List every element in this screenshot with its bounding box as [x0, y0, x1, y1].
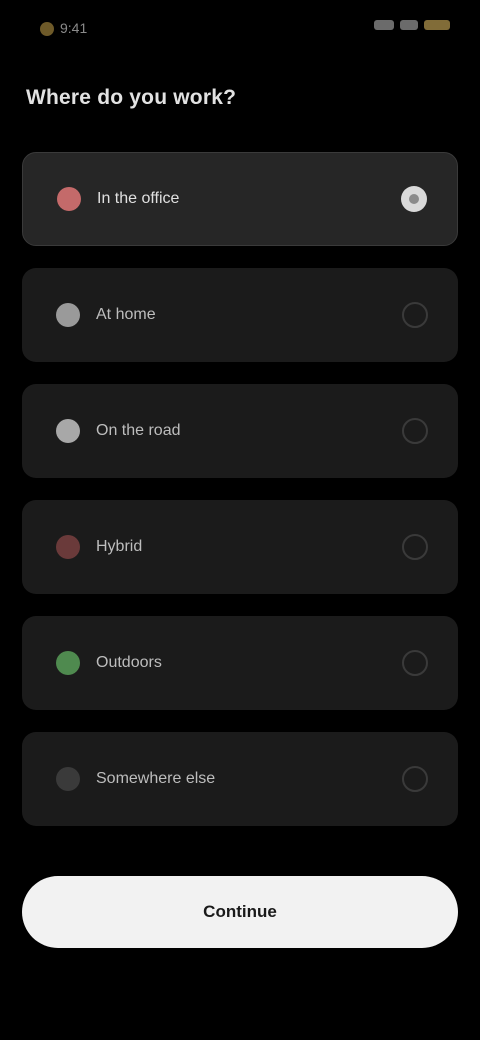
radio-button[interactable]: [401, 186, 427, 212]
status-bar: 9:41: [0, 0, 480, 60]
option-label: Hybrid: [96, 538, 143, 555]
car-icon: [56, 419, 80, 443]
home-icon: [56, 303, 80, 327]
option-2[interactable]: On the road: [22, 384, 458, 478]
dots-icon: [56, 767, 80, 791]
option-label: At home: [96, 306, 156, 323]
option-4[interactable]: Outdoors: [22, 616, 458, 710]
option-5[interactable]: Somewhere else: [22, 732, 458, 826]
recording-indicator-icon: [40, 22, 54, 36]
radio-button[interactable]: [402, 650, 428, 676]
option-0[interactable]: In the office: [22, 152, 458, 246]
option-1[interactable]: At home: [22, 268, 458, 362]
option-label: Somewhere else: [96, 770, 216, 787]
tree-icon: [56, 651, 80, 675]
status-icons: [374, 20, 450, 30]
wifi-icon: [400, 20, 418, 30]
page-title: Where do you work?: [26, 86, 237, 109]
option-label: In the office: [97, 190, 180, 207]
mix-icon: [56, 535, 80, 559]
radio-button[interactable]: [402, 302, 428, 328]
radio-button[interactable]: [402, 418, 428, 444]
work-location-options: In the office At home On the road Hybrid…: [22, 152, 458, 848]
option-3[interactable]: Hybrid: [22, 500, 458, 594]
signal-icon: [374, 20, 394, 30]
option-label: On the road: [96, 422, 181, 439]
status-time: 9:41: [60, 20, 88, 36]
battery-icon: [424, 20, 450, 30]
radio-button[interactable]: [402, 766, 428, 792]
building-icon: [57, 187, 81, 211]
continue-button[interactable]: Continue: [22, 876, 458, 948]
option-label: Outdoors: [96, 654, 162, 671]
radio-button[interactable]: [402, 534, 428, 560]
